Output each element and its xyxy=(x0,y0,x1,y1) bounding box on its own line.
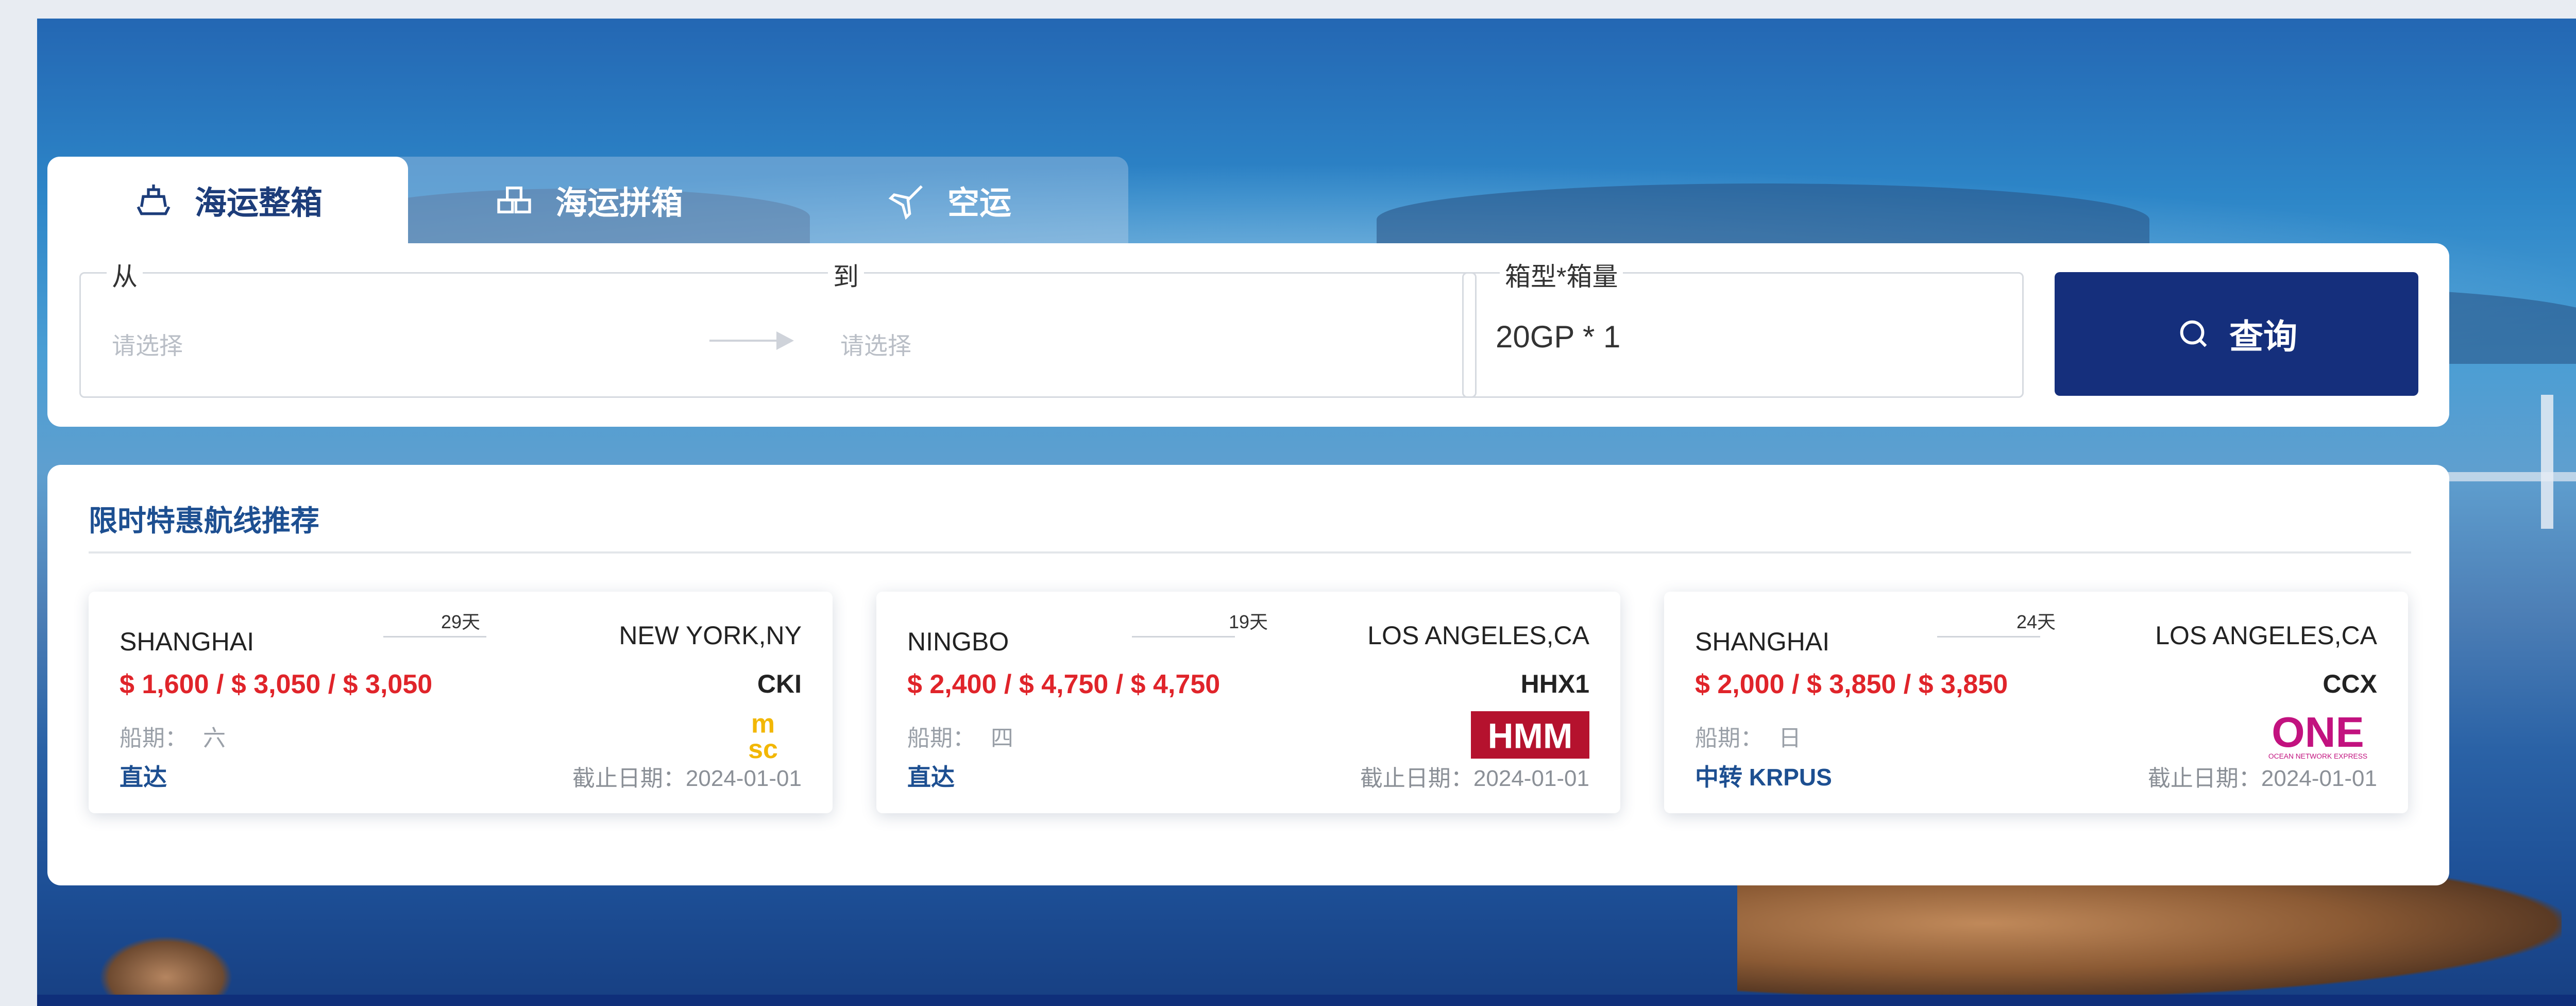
cutoff-date: 截止日期：2024-01-01 xyxy=(2147,766,2377,791)
container-type-label: 箱型*箱量 xyxy=(1500,256,1623,293)
price: $ 1,600 / $ 3,050 / $ 3,050 xyxy=(120,669,433,699)
port-of-loading: SHANGHAI xyxy=(1695,627,1830,656)
schedule: 船期： 日 xyxy=(1695,719,1801,752)
footer-bar xyxy=(37,995,2576,1006)
coastal-rocks xyxy=(1737,874,2562,998)
ship-icon xyxy=(137,185,171,215)
tab-label: 海运拼箱 xyxy=(555,186,683,221)
tab-air[interactable]: 空运 xyxy=(769,157,1128,243)
price: $ 2,400 / $ 4,750 / $ 4,750 xyxy=(907,669,1221,699)
transit-type: 直达 xyxy=(120,764,167,791)
carrier-logo-icon: m sc xyxy=(748,709,778,762)
service-code: CKI xyxy=(757,669,802,698)
tab-label: 空运 xyxy=(947,186,1011,221)
boxes-icon xyxy=(497,187,531,213)
promo-title: 限时特惠航线推荐 xyxy=(89,505,319,537)
port-of-discharge: NEW YORK,NY xyxy=(619,621,802,650)
from-input[interactable]: 请选择 xyxy=(112,327,183,361)
transit-line xyxy=(1132,636,1235,638)
search-icon xyxy=(2180,320,2207,347)
to-input[interactable]: 请选择 xyxy=(840,327,911,361)
port-of-discharge: LOS ANGELES,CA xyxy=(2155,621,2377,650)
svg-text:ONE: ONE xyxy=(2272,708,2364,756)
svg-text:OCEAN NETWORK EXPRESS: OCEAN NETWORK EXPRESS xyxy=(2268,752,2367,760)
price: $ 2,000 / $ 3,850 / $ 3,850 xyxy=(1695,669,2008,699)
schedule-value: 四 xyxy=(991,726,1013,751)
svg-text:HMM: HMM xyxy=(1488,716,1573,756)
carrier-logo-icon: ONE OCEAN NETWORK EXPRESS xyxy=(2268,708,2367,760)
query-button[interactable]: 查询 xyxy=(2055,272,2418,396)
schedule: 船期： 六 xyxy=(120,719,226,752)
transit-line xyxy=(383,636,486,638)
query-button-label: 查询 xyxy=(2229,317,2297,356)
schedule-label: 船期： xyxy=(120,726,188,751)
port-of-loading: SHANGHAI xyxy=(120,627,255,656)
route-card[interactable]: SHANGHAI 29天 NEW YORK,NY $ 1,600 / $ 3,0… xyxy=(89,592,833,813)
container-type-value: 20GP * 1 xyxy=(1496,320,1621,354)
transit-line xyxy=(1937,636,2040,638)
port-of-loading: NINGBO xyxy=(907,627,1009,656)
transit-type: 直达 xyxy=(907,764,955,791)
schedule-value: 六 xyxy=(203,726,226,751)
port-of-discharge: LOS ANGELES,CA xyxy=(1367,621,1589,650)
route-card[interactable]: NINGBO 19天 LOS ANGELES,CA $ 2,400 / $ 4,… xyxy=(876,592,1620,813)
plane-icon xyxy=(888,185,923,220)
schedule-value: 日 xyxy=(1778,726,1801,751)
bridge-tower xyxy=(2541,395,2553,529)
transit-type: 中转 KRPUS xyxy=(1695,764,1832,791)
transport-mode-tabs: 海运整箱 海运拼箱 空运 xyxy=(47,157,1128,243)
schedule-label: 船期： xyxy=(1695,726,1763,751)
svg-text:sc: sc xyxy=(748,734,778,762)
schedule: 船期： 四 xyxy=(907,719,1013,752)
container-type-selector[interactable]: 箱型*箱量 20GP * 1 xyxy=(1462,256,2024,398)
schedule-label: 船期： xyxy=(907,726,975,751)
from-label: 从 xyxy=(107,256,143,293)
cutoff-date: 截止日期：2024-01-01 xyxy=(1360,766,1589,791)
to-label: 到 xyxy=(828,256,864,293)
tab-sea-lcl[interactable]: 海运拼箱 xyxy=(408,157,769,243)
service-code: CCX xyxy=(2323,669,2377,698)
promo-panel: 限时特惠航线推荐 SHANGHAI 29天 NEW YORK,NY $ 1,60… xyxy=(47,465,2449,885)
divider xyxy=(89,551,2411,554)
arrow-head-icon xyxy=(776,331,794,350)
tab-label: 海运整箱 xyxy=(194,186,323,221)
tab-sea-fcl[interactable]: 海运整箱 xyxy=(47,157,408,243)
route-card[interactable]: SHANGHAI 24天 LOS ANGELES,CA $ 2,000 / $ … xyxy=(1664,592,2408,813)
route-selector: 从 到 请选择 请选择 xyxy=(79,256,1477,398)
search-panel: 从 到 请选择 请选择 箱型*箱量 20GP * 1 查询 xyxy=(47,243,2449,427)
service-code: HHX1 xyxy=(1520,669,1589,698)
carrier-logo-icon: HMM xyxy=(1471,711,1589,759)
cutoff-date: 截止日期：2024-01-01 xyxy=(572,766,802,791)
